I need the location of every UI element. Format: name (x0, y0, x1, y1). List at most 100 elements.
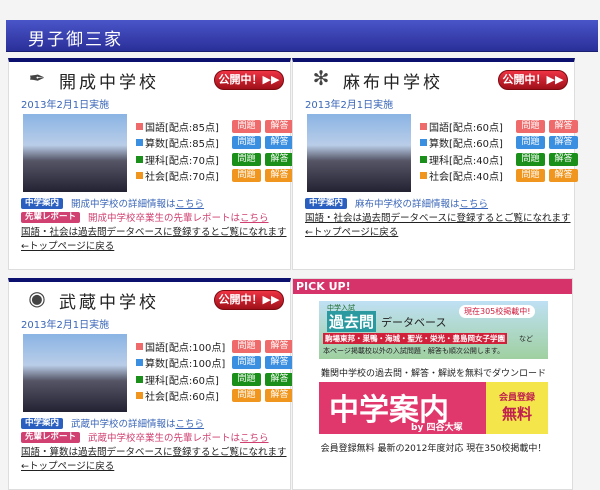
chugaku-annai-banner[interactable]: 中学案内 by 四谷大塚 会員登録 無料 (319, 382, 548, 434)
pickup-title: PICK UP! (293, 279, 572, 294)
database-note-link[interactable]: 国語・算数は過去問データベースに登録するとご覧になれます (21, 444, 287, 458)
open-button[interactable]: 公開中！▶▶ (214, 70, 284, 90)
school-photo (307, 114, 411, 192)
subject-label: 算数[配点:100点] (145, 359, 226, 371)
school-photo (23, 334, 127, 412)
question-button[interactable]: 問題 (516, 136, 545, 150)
subject-label: 理科[配点:60点] (145, 375, 219, 387)
subject-label: 算数[配点:60点] (429, 139, 503, 151)
banner2-by: by 四谷大塚 (411, 423, 463, 433)
subject-row: 国語[配点:85点] 問題 解答 (136, 118, 294, 135)
answer-button[interactable]: 解答 (265, 356, 294, 370)
open-button[interactable]: 公開中！▶▶ (498, 70, 568, 90)
question-button[interactable]: 問題 (232, 152, 261, 166)
school-name: 麻布中学校 (343, 73, 443, 93)
back-to-top-link[interactable]: ←トップページに戻る (21, 238, 114, 252)
report-link[interactable]: こちら (240, 210, 269, 224)
subject-square-icon (420, 172, 427, 180)
answer-button[interactable]: 解答 (549, 136, 578, 150)
subject-label: 理科[配点:40点] (429, 155, 503, 167)
question-button[interactable]: 問題 (516, 169, 545, 183)
section-title: 男子御三家 (28, 30, 123, 50)
banner-nado: など (519, 335, 533, 343)
open-button[interactable]: 公開中！▶▶ (214, 290, 284, 310)
database-note-link[interactable]: 国語・社会は過去問データベースに登録するとご覧になれます (21, 224, 287, 238)
report-tag: 先輩レポート (21, 211, 81, 223)
banner2-badge1: 会員登録 (498, 393, 535, 403)
guide-link[interactable]: こちら (460, 196, 489, 210)
school-name: 開成中学校 (59, 73, 159, 93)
question-button[interactable]: 問題 (232, 372, 261, 386)
subject-row: 理科[配点:60点] 問題 解答 (136, 371, 294, 388)
guide-link[interactable]: こちら (176, 416, 205, 430)
subject-row: 社会[配点:40点] 問題 解答 (420, 168, 578, 185)
question-button[interactable]: 問題 (516, 119, 545, 133)
answer-button[interactable]: 解答 (265, 372, 294, 386)
back-to-top-link[interactable]: ←トップページに戻る (21, 458, 114, 472)
report-link[interactable]: こちら (240, 430, 269, 444)
answer-button[interactable]: 解答 (549, 152, 578, 166)
banner-line: 本ページ掲載校以外の入試問題・解答も順次公開します。 (323, 347, 505, 355)
database-note-link[interactable]: 国語・社会は過去問データベースに登録するとご覧になれます (305, 210, 571, 224)
answer-button[interactable]: 解答 (265, 339, 294, 353)
banner-title: 過去問 (327, 311, 377, 332)
subject-square-icon (136, 375, 143, 383)
answer-button[interactable]: 解答 (265, 389, 294, 403)
section-header: 男子御三家 (6, 20, 598, 52)
guide-link[interactable]: こちら (176, 196, 205, 210)
subject-row: 算数[配点:60点] 問題 解答 (420, 135, 578, 152)
subject-square-icon (136, 392, 143, 400)
kakomon-database-banner[interactable]: 中学入試 過去問 データベース 現在305校掲載中! 駒場東邦・巣鴨・海城・聖光… (319, 301, 548, 359)
question-button[interactable]: 問題 (516, 152, 545, 166)
question-button[interactable]: 問題 (232, 169, 261, 183)
report-text: 武蔵中学校卒業生の先輩レポートは (88, 433, 241, 444)
pickup-caption-1: 難関中学校の過去問・解答・解説を無料でダウンロード (320, 369, 546, 379)
answer-button[interactable]: 解答 (265, 119, 294, 133)
subject-row: 社会[配点:70点] 問題 解答 (136, 168, 294, 185)
banner-sub: データベース (381, 316, 447, 329)
guide-tag: 中学案内 (305, 197, 348, 209)
report-tag: 先輩レポート (21, 431, 81, 443)
subject-label: 国語[配点:60点] (429, 122, 503, 134)
exam-date: 2013年2月1日実施 (21, 320, 110, 331)
exam-date: 2013年2月1日実施 (305, 100, 394, 111)
subject-square-icon (136, 155, 143, 163)
answer-button[interactable]: 解答 (549, 169, 578, 183)
pickup-caption-2: 会員登録無料 最新の2012年度対応 現在350校掲載中！ (320, 444, 547, 454)
answer-button[interactable]: 解答 (265, 136, 294, 150)
answer-button[interactable]: 解答 (265, 152, 294, 166)
school-name: 武蔵中学校 (59, 293, 159, 313)
banner2-badge2: 無料 (501, 405, 532, 423)
question-button[interactable]: 問題 (232, 136, 261, 150)
subject-label: 国語[配点:85点] (145, 122, 219, 134)
school-card: ✻ 麻布中学校 公開中！▶▶ 2013年2月1日実施 国語[配点:60点] 問題解… (292, 58, 578, 270)
school-photo (23, 114, 127, 192)
subject-square-icon (136, 139, 143, 147)
subject-square-icon (136, 342, 143, 350)
exam-date: 2013年2月1日実施 (21, 100, 110, 111)
school-logo-icon: ◉ (28, 286, 46, 310)
report-text: 開成中学校卒業生の先輩レポートは (88, 213, 241, 224)
subject-row: 算数[配点:85点] 問題 解答 (136, 135, 294, 152)
question-button[interactable]: 問題 (232, 339, 261, 353)
subject-label: 社会[配点:60点] (145, 392, 219, 404)
answer-button[interactable]: 解答 (265, 169, 294, 183)
guide-tag: 中学案内 (21, 197, 64, 209)
question-button[interactable]: 問題 (232, 119, 261, 133)
back-to-top-link[interactable]: ←トップページに戻る (305, 224, 398, 238)
subject-square-icon (136, 122, 143, 130)
subject-row: 社会[配点:60点] 問題 解答 (136, 388, 294, 405)
subject-square-icon (136, 172, 143, 180)
subject-label: 理科[配点:70点] (145, 155, 219, 167)
banner-badge: 現在305校掲載中! (459, 305, 536, 318)
subject-square-icon (420, 139, 427, 147)
answer-button[interactable]: 解答 (549, 119, 578, 133)
subject-square-icon (420, 155, 427, 163)
guide-text: 麻布中学校の詳細情報は (355, 199, 460, 210)
subject-row: 理科[配点:40点] 問題 解答 (420, 151, 578, 168)
question-button[interactable]: 問題 (232, 356, 261, 370)
question-button[interactable]: 問題 (232, 389, 261, 403)
subject-row: 理科[配点:70点] 問題 解答 (136, 151, 294, 168)
subject-label: 算数[配点:85点] (145, 139, 219, 151)
school-logo-icon: ✒ (28, 66, 46, 90)
